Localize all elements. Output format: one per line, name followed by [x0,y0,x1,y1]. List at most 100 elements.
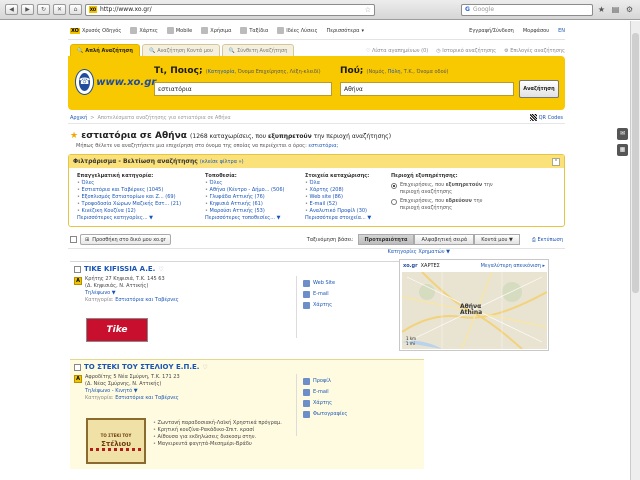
google-icon: G [465,6,470,13]
close-filters-link[interactable]: (κλείσε φίλτρα ») [200,159,244,165]
english-link[interactable]: EN [558,28,565,34]
scroll-thumb[interactable] [632,33,639,293]
heart-icon[interactable]: ♡ [158,266,163,273]
listing-name[interactable]: ΤΟ ΣΤΕΚΙ ΤΟΥ ΣΤΕΛΙΟΥ Ε.Π.Ε. [84,363,199,371]
nav-travel[interactable]: Ταξίδια [240,27,268,34]
history-link[interactable]: ◷ Ιστορικό αναζήτησης [436,48,496,54]
filter-item[interactable]: Κηφισιά Αττικής (61) [205,201,297,208]
listing-actions: Web Site E-mail Χάρτης [303,278,335,311]
filter-item[interactable]: E-mail (52) [305,201,383,208]
radio-located[interactable]: Επιχειρήσεις, που εδρεύουν την περιοχή α… [391,198,501,212]
useful-icon [201,27,209,34]
phone-dropdown[interactable]: Τηλέφωνο - Κινητό ▼ [85,388,180,395]
collapse-icon[interactable]: ⌃ [552,157,560,166]
vertical-scrollbar[interactable] [630,21,640,480]
xo-favicon-icon: XO [89,6,97,13]
back-icon[interactable]: ◀ [5,4,18,15]
listing-checkbox[interactable] [74,363,81,371]
lang-link[interactable]: Μορφάσου [523,28,549,34]
breadcrumb-home[interactable]: Αρχική [70,115,87,121]
favorites-link[interactable]: ♡ Λίστα αγαπημένων (0) [366,48,428,54]
tools-icon[interactable]: ⚙ [624,4,635,15]
filter-item[interactable]: Κινέζικη Κουζίνα (12) [77,208,197,215]
sort-alphabetical-button[interactable]: Αλφαβητική σειρά [414,234,475,245]
reload-icon[interactable]: ↻ [37,4,50,15]
signin-link[interactable]: Εγγραφή/Σύνδεση [469,28,514,34]
filter-item[interactable]: Αθήνα (Κέντρο - Δήμο... (506) [205,187,297,194]
search-panel: ☎ www.xo.gr Τι, Ποιος; (Κατηγορία, Όνομα… [68,56,565,110]
listing-name[interactable]: TIKE KIFISSIA A.E. [84,265,155,273]
stelios-logo[interactable]: ΤΟ ΣΤΕΚΙ ΤΟΥ Στέλιου [86,418,146,464]
filter-item[interactable]: Όλα [305,180,383,187]
google-search-box[interactable]: G Google [461,3,593,16]
qr-codes-link[interactable]: QR Codes [529,114,563,121]
nav-more[interactable]: Περισσότερα ▾ [327,28,364,34]
xo-logo[interactable]: ☎ www.xo.gr [76,62,156,102]
filter-item[interactable]: Εξοπλισμός Εστιατορίων και Ζ... (69) [77,194,197,201]
category-dropdown-link[interactable]: Κατηγορίες Χρηματών ▼ [68,249,565,259]
listing-checkbox[interactable] [74,265,81,273]
radio-serving[interactable]: Επιχειρήσεις, που εξυπηρετούν την περιοχ… [391,182,501,196]
profile-icon [303,378,310,385]
home-icon[interactable]: ⌂ [69,4,82,15]
filter-item[interactable]: Εστιατόρια και Ταβέρνες (1045) [77,187,197,194]
email-link[interactable]: E-mail [303,387,347,398]
listing-card: ΤΟ ΣΤΕΚΙ ΤΟΥ ΣΤΕΛΙΟΥ Ε.Π.Ε. ♡ A Αφροδίτης… [70,359,424,469]
where-input[interactable] [340,82,514,96]
listing-municipality: (Δ. Κηφισιάς, Ν. Αττικής) [85,283,149,289]
bigger-map-link[interactable]: Μεγαλύτερη απεικόνιση ▸ [481,263,545,269]
filter-item[interactable]: Όλες [77,180,197,187]
radio-unchecked[interactable] [391,199,397,205]
feedback-icon[interactable]: ✉ [617,128,628,140]
photos-link[interactable]: Φωτογραφίες [303,409,347,420]
sort-priority-button[interactable]: Προτεραιότητα [357,234,415,245]
filter-item[interactable]: Μαρούσι Αττικής (53) [205,208,297,215]
nav-useful[interactable]: Χρήσιμα [201,27,231,34]
side-tools: ✉ ▦ [617,128,628,156]
tab-advanced-search[interactable]: 🔍 Σύνθετη Αναζήτηση [221,44,295,56]
search-button[interactable]: Αναζήτηση [519,80,559,98]
nav-yellow-guide[interactable]: XO Χρυσός Οδηγός [70,27,121,34]
filter-item[interactable]: Γλυφάδα Αττικής (76) [205,194,297,201]
bookmark-star-icon[interactable]: ☆ [365,6,371,14]
profile-link[interactable]: Προφίλ [303,376,347,387]
phone-dropdown[interactable]: Τηλέφωνο ▼ [85,290,165,297]
filter-item[interactable]: Αναλυτικό Προφίλ (30) [305,208,383,215]
more-categories-link[interactable]: Περισσότερες κατηγορίες... ▼ [77,215,197,222]
filter-item[interactable]: Web site (86) [305,194,383,201]
tike-logo[interactable]: Tike [86,318,148,342]
what-input[interactable] [154,82,332,96]
more-locations-link[interactable]: Περισσότερες τοποθεσίες... ▼ [205,215,297,222]
select-all-checkbox[interactable] [70,236,77,243]
map-link[interactable]: Χάρτης [303,398,347,409]
sort-bar: ⊞ Προσθήκη στο δικό μου xo.gr Ταξινόμηση … [68,233,565,249]
print-link[interactable]: ⎙ Εκτύπωση [532,237,563,243]
did-you-mean-link[interactable]: εστιατόρια; [308,143,338,149]
email-link[interactable]: E-mail [303,289,335,300]
radio-checked[interactable] [391,183,397,189]
options-link[interactable]: ⚙ Επιλογές αναζήτησης [504,48,565,54]
sort-near-me-button[interactable]: Κοντά μου ▼ [474,234,520,245]
share-icon[interactable]: ▦ [617,144,628,156]
filters-body: Επαγγελματική κατηγορία: Όλες Εστιατόρια… [69,168,564,226]
nav-mobile[interactable]: Mobile [166,27,192,34]
more-data-link[interactable]: Περισσότερα στοιχεία... ▼ [305,215,383,222]
tab-simple-search[interactable]: 🔍 Απλή Αναζήτηση [70,44,140,56]
website-link[interactable]: Web Site [303,278,335,289]
map-canvas[interactable]: Αθήνα Athina 1 km 1 mi [402,272,547,349]
tab-near-me[interactable]: 🔍 Αναζήτηση Κοντά μου [141,44,220,56]
filter-item[interactable]: Τροφοδοσία Χώρων Μαζικής Εστ... (21) [77,201,197,208]
star-icon[interactable]: ★ [596,4,607,15]
add-to-my-xo-button[interactable]: ⊞ Προσθήκη στο δικό μου xo.gr [80,234,171,245]
search-icon: 🔍 [77,47,84,54]
nav-ideas[interactable]: Ιδέες Λύσεις [277,27,318,34]
address-bar[interactable]: XO http://www.xo.gr/ ☆ [85,3,375,16]
heart-icon[interactable]: ♡ [202,364,207,371]
map-link[interactable]: Χάρτης [303,300,335,311]
stop-icon[interactable]: ✕ [53,4,66,15]
nav-maps[interactable]: Χάρτες [130,27,158,34]
filter-item[interactable]: Όλες [205,180,297,187]
filter-item[interactable]: Χάρτης (208) [305,187,383,194]
forward-icon[interactable]: ▶ [21,4,34,15]
page-menu-icon[interactable]: ▤ [610,4,621,15]
